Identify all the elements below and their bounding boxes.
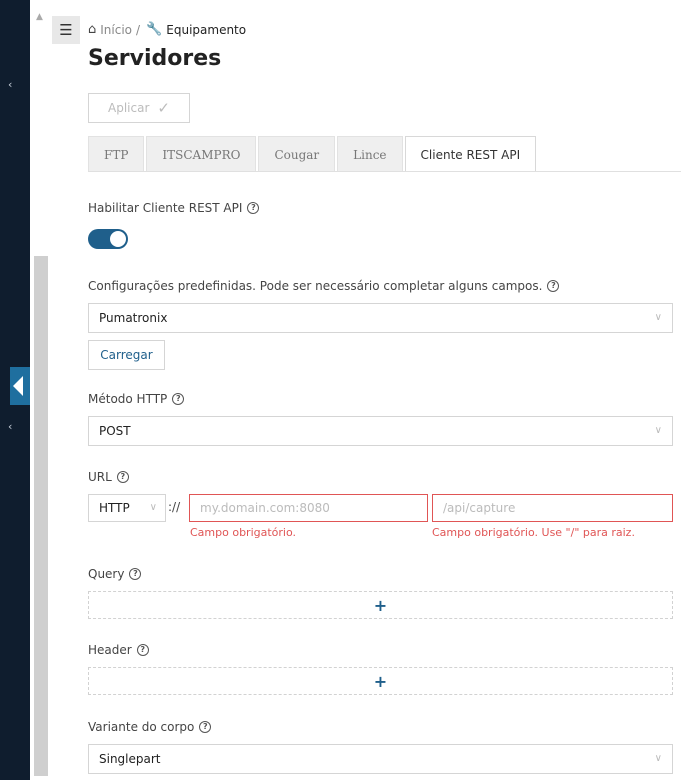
collapse-arrow-icon[interactable] bbox=[10, 367, 30, 405]
method-label-text: Método HTTP bbox=[88, 392, 168, 406]
method-value: POST bbox=[99, 424, 131, 438]
menu-icon: ☰ bbox=[59, 21, 73, 39]
header-label: Header ? bbox=[88, 643, 149, 657]
presets-label: Configurações predefinidas. Pode ser nec… bbox=[88, 279, 560, 293]
body-variant-label: Variante do corpo ? bbox=[88, 720, 212, 734]
chevron-down-icon: ∨ bbox=[654, 312, 662, 323]
method-label: Método HTTP ? bbox=[88, 392, 185, 406]
protocol-value: HTTP bbox=[99, 501, 130, 515]
path-input[interactable]: /api/capture bbox=[432, 494, 673, 522]
breadcrumb: ⌂ Início / 🔧 Equipamento bbox=[88, 22, 246, 37]
add-header-button[interactable]: + bbox=[88, 667, 673, 695]
protocol-select[interactable]: HTTP ∨ bbox=[88, 494, 166, 522]
body-variant-select[interactable]: Singlepart ∨ bbox=[88, 744, 673, 774]
url-label: URL ? bbox=[88, 470, 129, 484]
query-label: Query ? bbox=[88, 567, 142, 581]
tab-itscampro[interactable]: ITSCAMPRO bbox=[146, 136, 257, 172]
breadcrumb-separator: / bbox=[136, 22, 141, 37]
apply-button[interactable]: Aplicar ✓ bbox=[88, 93, 190, 123]
query-label-text: Query bbox=[88, 567, 125, 581]
presets-label-text: Configurações predefinidas. Pode ser nec… bbox=[88, 279, 543, 293]
presets-value: Pumatronix bbox=[99, 311, 168, 325]
tab-rest-api[interactable]: Cliente REST API bbox=[404, 136, 537, 172]
help-icon[interactable]: ? bbox=[136, 644, 149, 656]
url-separator: :// bbox=[168, 500, 181, 514]
wrench-icon: 🔧 bbox=[146, 22, 163, 37]
toggle-knob bbox=[110, 231, 126, 247]
url-label-text: URL bbox=[88, 470, 112, 484]
path-error: Campo obrigatório. Use "/" para raiz. bbox=[432, 526, 635, 539]
tab-bar: FTP ITSCAMPRO Cougar Lince Cliente REST … bbox=[88, 136, 537, 172]
home-icon[interactable]: ⌂ bbox=[88, 22, 96, 37]
enable-label-text: Habilitar Cliente REST API bbox=[88, 201, 243, 215]
help-icon[interactable]: ? bbox=[129, 568, 142, 580]
nav-rail: ‹ ‹ bbox=[0, 0, 30, 780]
tab-lince[interactable]: Lince bbox=[337, 136, 403, 172]
enable-label: Habilitar Cliente REST API ? bbox=[88, 201, 260, 215]
check-icon: ✓ bbox=[157, 99, 170, 117]
host-input[interactable]: my.domain.com:8080 bbox=[189, 494, 428, 522]
path-placeholder: /api/capture bbox=[443, 501, 516, 515]
chevron-down-icon: ∨ bbox=[654, 425, 662, 436]
chevron-icon[interactable]: ‹ bbox=[8, 78, 12, 91]
header-label-text: Header bbox=[88, 643, 132, 657]
tab-cougar[interactable]: Cougar bbox=[258, 136, 336, 172]
method-select[interactable]: POST ∨ bbox=[88, 416, 673, 446]
host-placeholder: my.domain.com:8080 bbox=[200, 501, 330, 515]
apply-label: Aplicar bbox=[108, 101, 150, 115]
host-error: Campo obrigatório. bbox=[190, 526, 297, 539]
load-button[interactable]: Carregar bbox=[88, 340, 165, 370]
tab-ftp[interactable]: FTP bbox=[88, 136, 145, 172]
breadcrumb-home[interactable]: Início bbox=[100, 23, 132, 37]
chevron-icon[interactable]: ‹ bbox=[8, 420, 12, 433]
body-variant-label-text: Variante do corpo bbox=[88, 720, 195, 734]
menu-button[interactable]: ☰ bbox=[52, 16, 80, 44]
chevron-down-icon: ∨ bbox=[654, 753, 662, 764]
breadcrumb-current: Equipamento bbox=[166, 22, 247, 37]
scrollbar-thumb[interactable] bbox=[34, 256, 48, 776]
enable-toggle[interactable] bbox=[88, 229, 128, 249]
help-icon[interactable]: ? bbox=[547, 280, 560, 292]
scroll-up-icon[interactable]: ▲ bbox=[36, 12, 43, 22]
add-query-button[interactable]: + bbox=[88, 591, 673, 619]
help-icon[interactable]: ? bbox=[247, 202, 260, 214]
body-variant-value: Singlepart bbox=[99, 752, 161, 766]
presets-select[interactable]: Pumatronix ∨ bbox=[88, 303, 673, 333]
page-title: Servidores bbox=[88, 46, 222, 71]
chevron-down-icon: ∨ bbox=[149, 502, 157, 513]
help-icon[interactable]: ? bbox=[199, 721, 212, 733]
help-icon[interactable]: ? bbox=[116, 471, 129, 483]
tab-divider bbox=[88, 171, 681, 172]
scrollbar[interactable]: ▲ bbox=[30, 0, 48, 780]
help-icon[interactable]: ? bbox=[172, 393, 185, 405]
